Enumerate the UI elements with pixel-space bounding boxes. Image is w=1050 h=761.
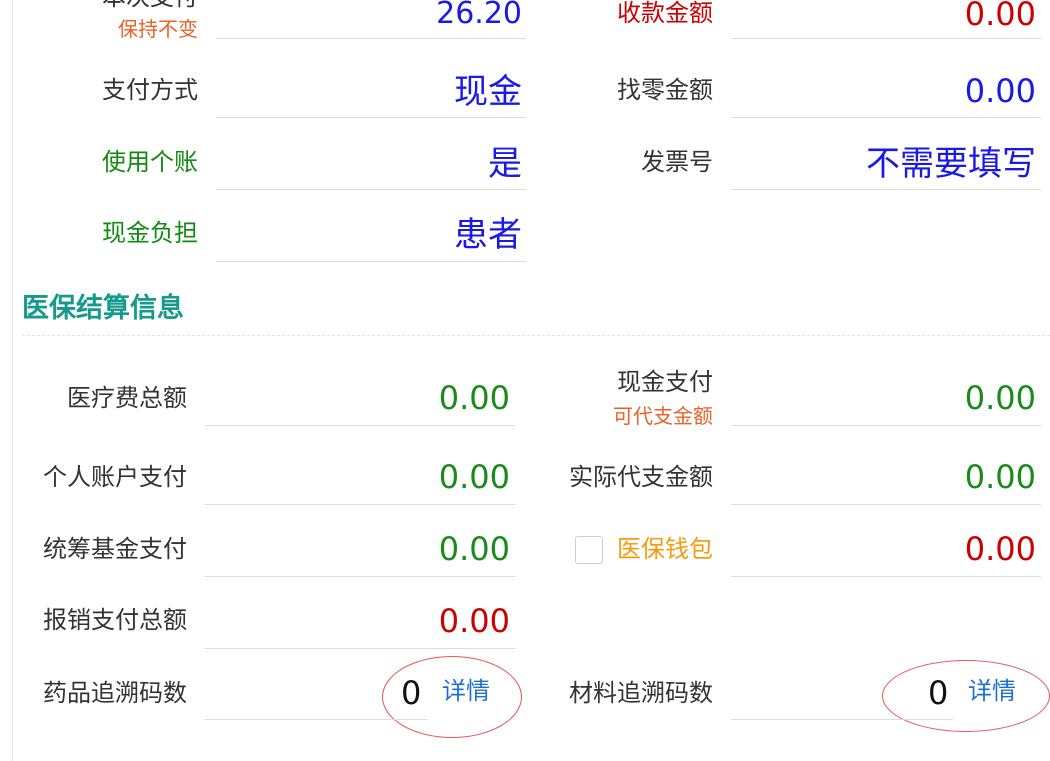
actual-proxy-value: 0.00 — [964, 458, 1036, 496]
change-underline — [731, 117, 1041, 118]
left-border — [12, 0, 13, 761]
cash-burden-value[interactable]: 患者 — [454, 215, 522, 255]
section-divider — [22, 335, 1050, 336]
personal-account-value: 0.00 — [438, 458, 510, 496]
payment-method-underline — [216, 117, 526, 118]
drug-trace-details-link[interactable]: 详情 — [442, 676, 490, 706]
pooled-fund-underline — [205, 576, 515, 577]
drug-trace-count: 0 — [401, 674, 422, 712]
reimburse-total-underline — [205, 648, 515, 649]
reimburse-total-value: 0.00 — [438, 602, 510, 640]
material-trace-label: 材料追溯码数 — [569, 679, 713, 707]
material-trace-count: 0 — [928, 674, 949, 712]
benci-sublabel: 保持不变 — [118, 17, 198, 41]
reimburse-total-label: 报销支付总额 — [43, 606, 187, 634]
wallet-underline — [731, 576, 1041, 577]
payment-method-value[interactable]: 现金 — [454, 72, 522, 112]
shoukuan-value: 0.00 — [964, 0, 1036, 33]
cash-pay-sublabel: 可代支金额 — [613, 404, 713, 428]
actual-proxy-underline — [731, 504, 1041, 505]
wallet-value: 0.00 — [964, 530, 1036, 568]
wallet-label[interactable]: 医保钱包 — [617, 534, 713, 564]
payment-method-label: 支付方式 — [102, 76, 198, 104]
cash-burden-underline — [216, 261, 526, 262]
use-personal-label: 使用个账 — [102, 148, 198, 176]
cash-pay-label: 现金支付 — [617, 368, 713, 396]
benci-value: 26.20 — [436, 0, 522, 31]
drug-trace-label: 药品追溯码数 — [43, 679, 187, 707]
medical-total-label: 医疗费总额 — [67, 384, 187, 412]
drug-trace-underline — [205, 719, 427, 720]
invoice-underline — [731, 189, 1041, 190]
material-trace-details-link[interactable]: 详情 — [968, 676, 1016, 706]
use-personal-underline — [216, 189, 526, 190]
use-personal-value[interactable]: 是 — [488, 144, 522, 184]
pooled-fund-value: 0.00 — [438, 530, 510, 568]
personal-account-underline — [205, 504, 515, 505]
actual-proxy-label: 实际代支金额 — [569, 463, 713, 491]
benci-underline — [216, 38, 526, 39]
cash-pay-underline — [731, 425, 1041, 426]
personal-account-label: 个人账户支付 — [43, 463, 187, 491]
shoukuan-underline — [731, 38, 1041, 39]
cash-pay-value: 0.00 — [964, 379, 1036, 417]
medical-total-value: 0.00 — [438, 379, 510, 417]
benci-label: 本次支付 — [102, 0, 198, 12]
pooled-fund-label: 统筹基金支付 — [43, 535, 187, 563]
cash-burden-label: 现金负担 — [102, 219, 198, 247]
medical-total-underline — [205, 425, 515, 426]
material-trace-annotation-circle — [882, 660, 1050, 732]
change-label: 找零金额 — [617, 76, 713, 104]
section-title: 医保结算信息 — [22, 293, 184, 324]
change-value: 0.00 — [964, 72, 1036, 110]
invoice-label: 发票号 — [641, 148, 713, 176]
invoice-value[interactable]: 不需要填写 — [866, 144, 1036, 184]
wallet-checkbox[interactable] — [575, 536, 603, 564]
shoukuan-label: 收款金额 — [617, 0, 713, 27]
material-trace-underline — [731, 719, 953, 720]
